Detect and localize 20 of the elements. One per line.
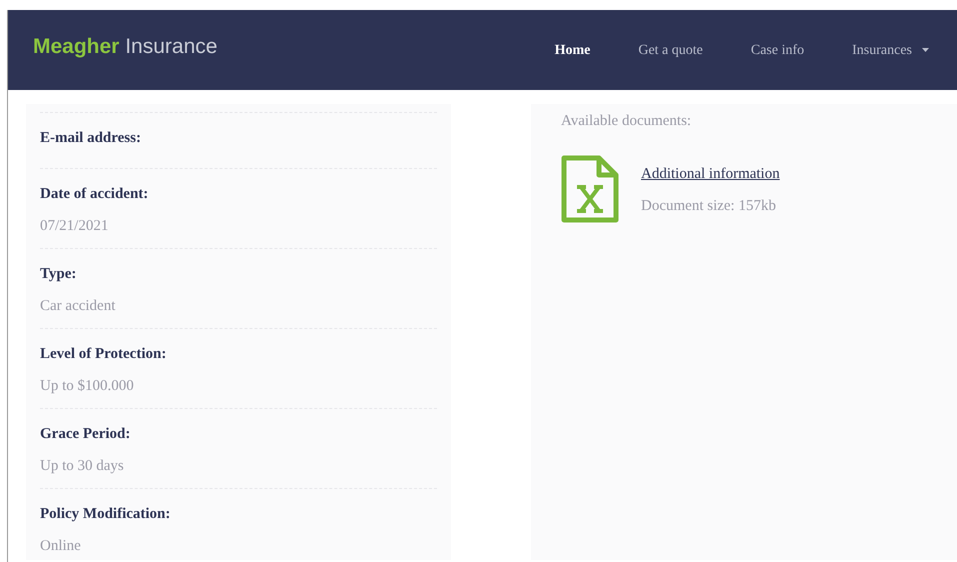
field-label: Date of accident: — [40, 184, 150, 204]
nav-link[interactable]: Case info — [726, 32, 828, 68]
field-value: Online — [40, 537, 82, 556]
nav-link[interactable]: Home — [530, 32, 614, 68]
field-label: E-mail address: — [40, 129, 142, 148]
field-label: Level of Protection: — [40, 344, 168, 364]
field-value: Up to $100.000 — [40, 377, 135, 396]
field-label: Type: — [40, 264, 78, 284]
nav-link[interactable]: Insurances — [828, 32, 953, 68]
nav-link[interactable]: Get a quote — [614, 32, 727, 68]
field-value: Car accident — [40, 297, 116, 316]
document-link[interactable]: Additional information — [641, 162, 780, 185]
spreadsheet-file-icon — [561, 154, 619, 222]
brand-logo[interactable]: Meagher Insurance — [33, 31, 218, 63]
field-value: Up to 30 days — [40, 457, 125, 476]
field-label: Policy Modification: — [40, 504, 172, 524]
documents-heading: Available documents: — [561, 112, 692, 131]
field-value: 07/21/2021 — [40, 217, 110, 236]
field-label: Grace Period: — [40, 424, 132, 444]
document-size: Document size: 157kb — [641, 197, 777, 216]
